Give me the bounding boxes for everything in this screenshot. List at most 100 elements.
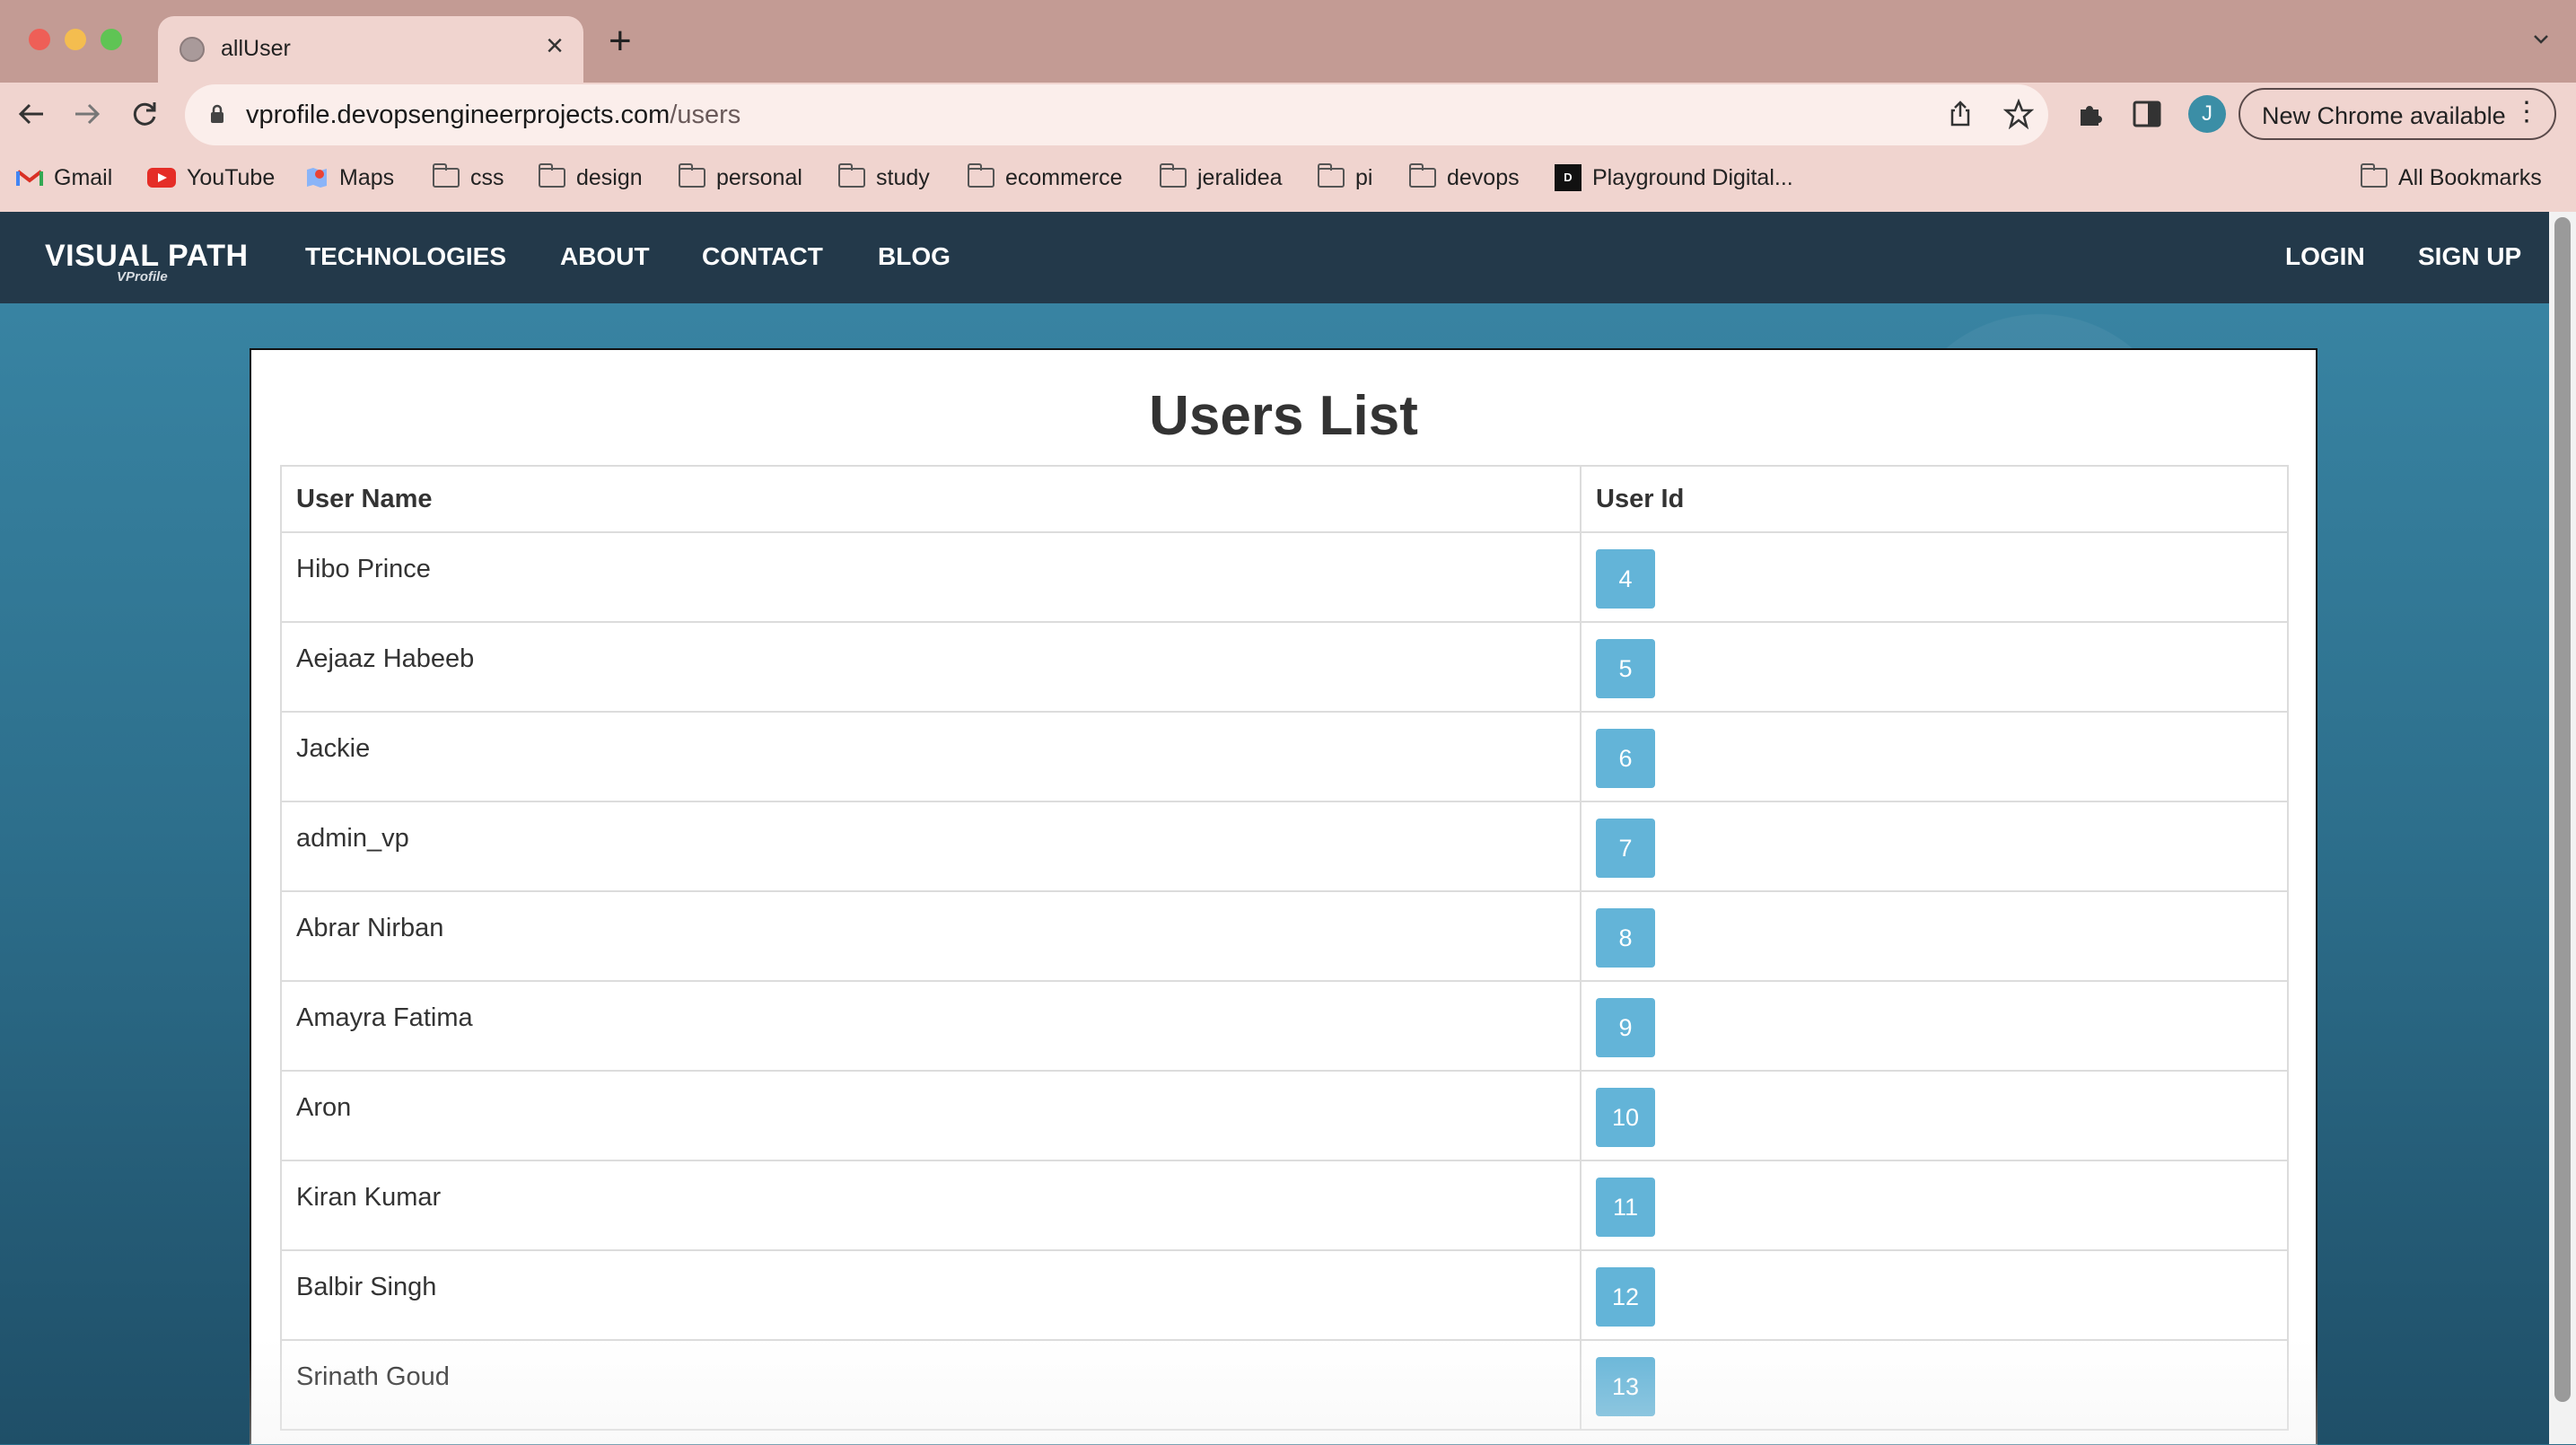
forward-icon[interactable] <box>72 99 102 129</box>
chevron-down-icon[interactable] <box>2533 31 2549 47</box>
user-id-badge[interactable]: 4 <box>1596 549 1655 609</box>
user-id-cell: 10 <box>1580 1070 2289 1161</box>
user-id-badge[interactable]: 7 <box>1596 819 1655 878</box>
bookmark-label: personal <box>716 164 802 190</box>
user-id-cell: 6 <box>1580 711 2289 802</box>
bookmark-personal[interactable]: personal <box>678 160 802 196</box>
user-id-cell: 13 <box>1580 1339 2289 1431</box>
user-name-cell: Balbir Singh <box>280 1249 1582 1341</box>
bookmark-label: jeralidea <box>1197 164 1283 190</box>
bookmark-jeralidea[interactable]: jeralidea <box>1159 160 1283 196</box>
user-id-badge[interactable]: 12 <box>1596 1267 1655 1327</box>
kebab-menu-icon[interactable]: ⋮ <box>2513 99 2540 126</box>
tab-title: allUser <box>221 36 291 61</box>
bookmark-study[interactable]: study <box>837 160 930 196</box>
user-id-badge[interactable]: 8 <box>1596 908 1655 968</box>
user-id-cell: 9 <box>1580 980 2289 1072</box>
bookmark-label: Maps <box>339 164 395 190</box>
bookmark-playground[interactable]: D Playground Digital... <box>1555 160 1793 196</box>
bookmark-label: study <box>876 164 930 190</box>
all-bookmarks-label: All Bookmarks <box>2398 164 2542 190</box>
bookmark-label: ecommerce <box>1005 164 1123 190</box>
table-header-row: User Name User Id <box>280 465 2289 533</box>
reload-icon[interactable] <box>129 99 160 129</box>
nav-login[interactable]: LOGIN <box>2285 242 2365 271</box>
bookmark-label: css <box>470 164 504 190</box>
new-chrome-available-button[interactable]: New Chrome available ⋮ <box>2239 88 2556 140</box>
table-row: Aejaaz Habeeb 5 <box>280 621 2289 713</box>
users-panel: Users List User Name User Id Hibo Prince… <box>250 348 2318 1444</box>
folder-icon <box>1408 163 1436 188</box>
folder-icon <box>678 163 705 188</box>
minimize-window-button[interactable] <box>65 29 86 50</box>
bookmark-design[interactable]: design <box>538 160 643 196</box>
folder-icon <box>538 163 565 188</box>
bookmark-label: pi <box>1355 164 1373 190</box>
new-tab-icon[interactable]: + <box>609 22 632 61</box>
bookmark-ecommerce[interactable]: ecommerce <box>967 160 1123 196</box>
user-id-cell: 7 <box>1580 801 2289 892</box>
user-name-cell: Srinath Goud <box>280 1339 1582 1431</box>
globe-icon <box>180 37 205 62</box>
column-header-user-name: User Name <box>280 465 1582 533</box>
scrollbar-thumb[interactable] <box>2554 217 2571 1402</box>
nav-contact[interactable]: CONTACT <box>702 242 823 271</box>
bookmark-label: design <box>576 164 643 190</box>
user-id-cell: 8 <box>1580 890 2289 982</box>
all-bookmarks[interactable]: All Bookmarks <box>2360 160 2542 196</box>
user-name-cell: Abrar Nirban <box>280 890 1582 982</box>
extensions-icon[interactable] <box>2075 99 2106 129</box>
profile-avatar[interactable]: J <box>2188 95 2226 133</box>
column-header-user-id: User Id <box>1580 465 2289 533</box>
table-row: Amayra Fatima 9 <box>280 980 2289 1072</box>
bookmark-label: devops <box>1447 164 1520 190</box>
user-id-badge[interactable]: 13 <box>1596 1357 1655 1416</box>
youtube-icon <box>147 168 176 188</box>
table-row: Srinath Goud 13 <box>280 1339 2289 1431</box>
close-tab-icon[interactable]: × <box>546 31 564 61</box>
user-id-badge[interactable]: 10 <box>1596 1088 1655 1147</box>
bookmarks-bar: Gmail YouTube Maps css design personal s… <box>0 160 2576 196</box>
bookmark-gmail[interactable]: Gmail <box>16 160 112 196</box>
user-name-cell: Amayra Fatima <box>280 980 1582 1072</box>
user-name-cell: Kiran Kumar <box>280 1160 1582 1251</box>
address-bar[interactable]: vprofile.devopsengineerprojects.com/user… <box>185 84 2048 145</box>
user-name-cell: Aron <box>280 1070 1582 1161</box>
nav-technologies[interactable]: TECHNOLOGIES <box>305 242 506 271</box>
bookmark-maps[interactable]: Maps <box>305 160 394 196</box>
maximize-window-button[interactable] <box>101 29 122 50</box>
back-icon[interactable] <box>16 99 47 129</box>
user-id-badge[interactable]: 6 <box>1596 729 1655 788</box>
close-window-button[interactable] <box>29 29 50 50</box>
bookmark-css[interactable]: css <box>432 160 504 196</box>
page-scrollbar[interactable] <box>2549 212 2576 1444</box>
user-id-cell: 12 <box>1580 1249 2289 1341</box>
bookmark-pi[interactable]: pi <box>1317 160 1373 196</box>
url-text: vprofile.devopsengineerprojects.com/user… <box>246 101 741 129</box>
bookmark-label: Gmail <box>54 164 113 190</box>
nav-blog[interactable]: BLOG <box>878 242 951 271</box>
nav-about[interactable]: ABOUT <box>560 242 650 271</box>
side-panel-icon[interactable] <box>2133 101 2161 127</box>
folder-icon <box>2360 163 2388 188</box>
bookmark-devops[interactable]: devops <box>1408 160 1520 196</box>
user-id-badge[interactable]: 5 <box>1596 639 1655 698</box>
user-name-cell: Jackie <box>280 711 1582 802</box>
user-name-cell: Aejaaz Habeeb <box>280 621 1582 713</box>
users-table: User Name User Id Hibo Prince 4 Aejaaz Ha… <box>280 465 2289 1431</box>
folder-icon <box>837 163 865 188</box>
maps-icon <box>307 168 327 188</box>
bookmark-star-icon[interactable] <box>2003 99 2034 129</box>
bookmark-youtube[interactable]: YouTube <box>147 160 275 196</box>
table-row: Hibo Prince 4 <box>280 531 2289 623</box>
user-id-badge[interactable]: 11 <box>1596 1178 1655 1237</box>
folder-icon <box>967 163 994 188</box>
nav-sign-up[interactable]: SIGN UP <box>2418 242 2521 271</box>
site-navbar: VISUAL PATH VProfile TECHNOLOGIES ABOUT … <box>0 212 2549 303</box>
user-name-cell: admin_vp <box>280 801 1582 892</box>
gmail-icon <box>16 170 43 186</box>
browser-tab[interactable]: allUser × <box>158 16 583 83</box>
share-icon[interactable] <box>1946 99 1975 127</box>
lock-icon[interactable] <box>210 104 224 124</box>
user-id-badge[interactable]: 9 <box>1596 998 1655 1057</box>
